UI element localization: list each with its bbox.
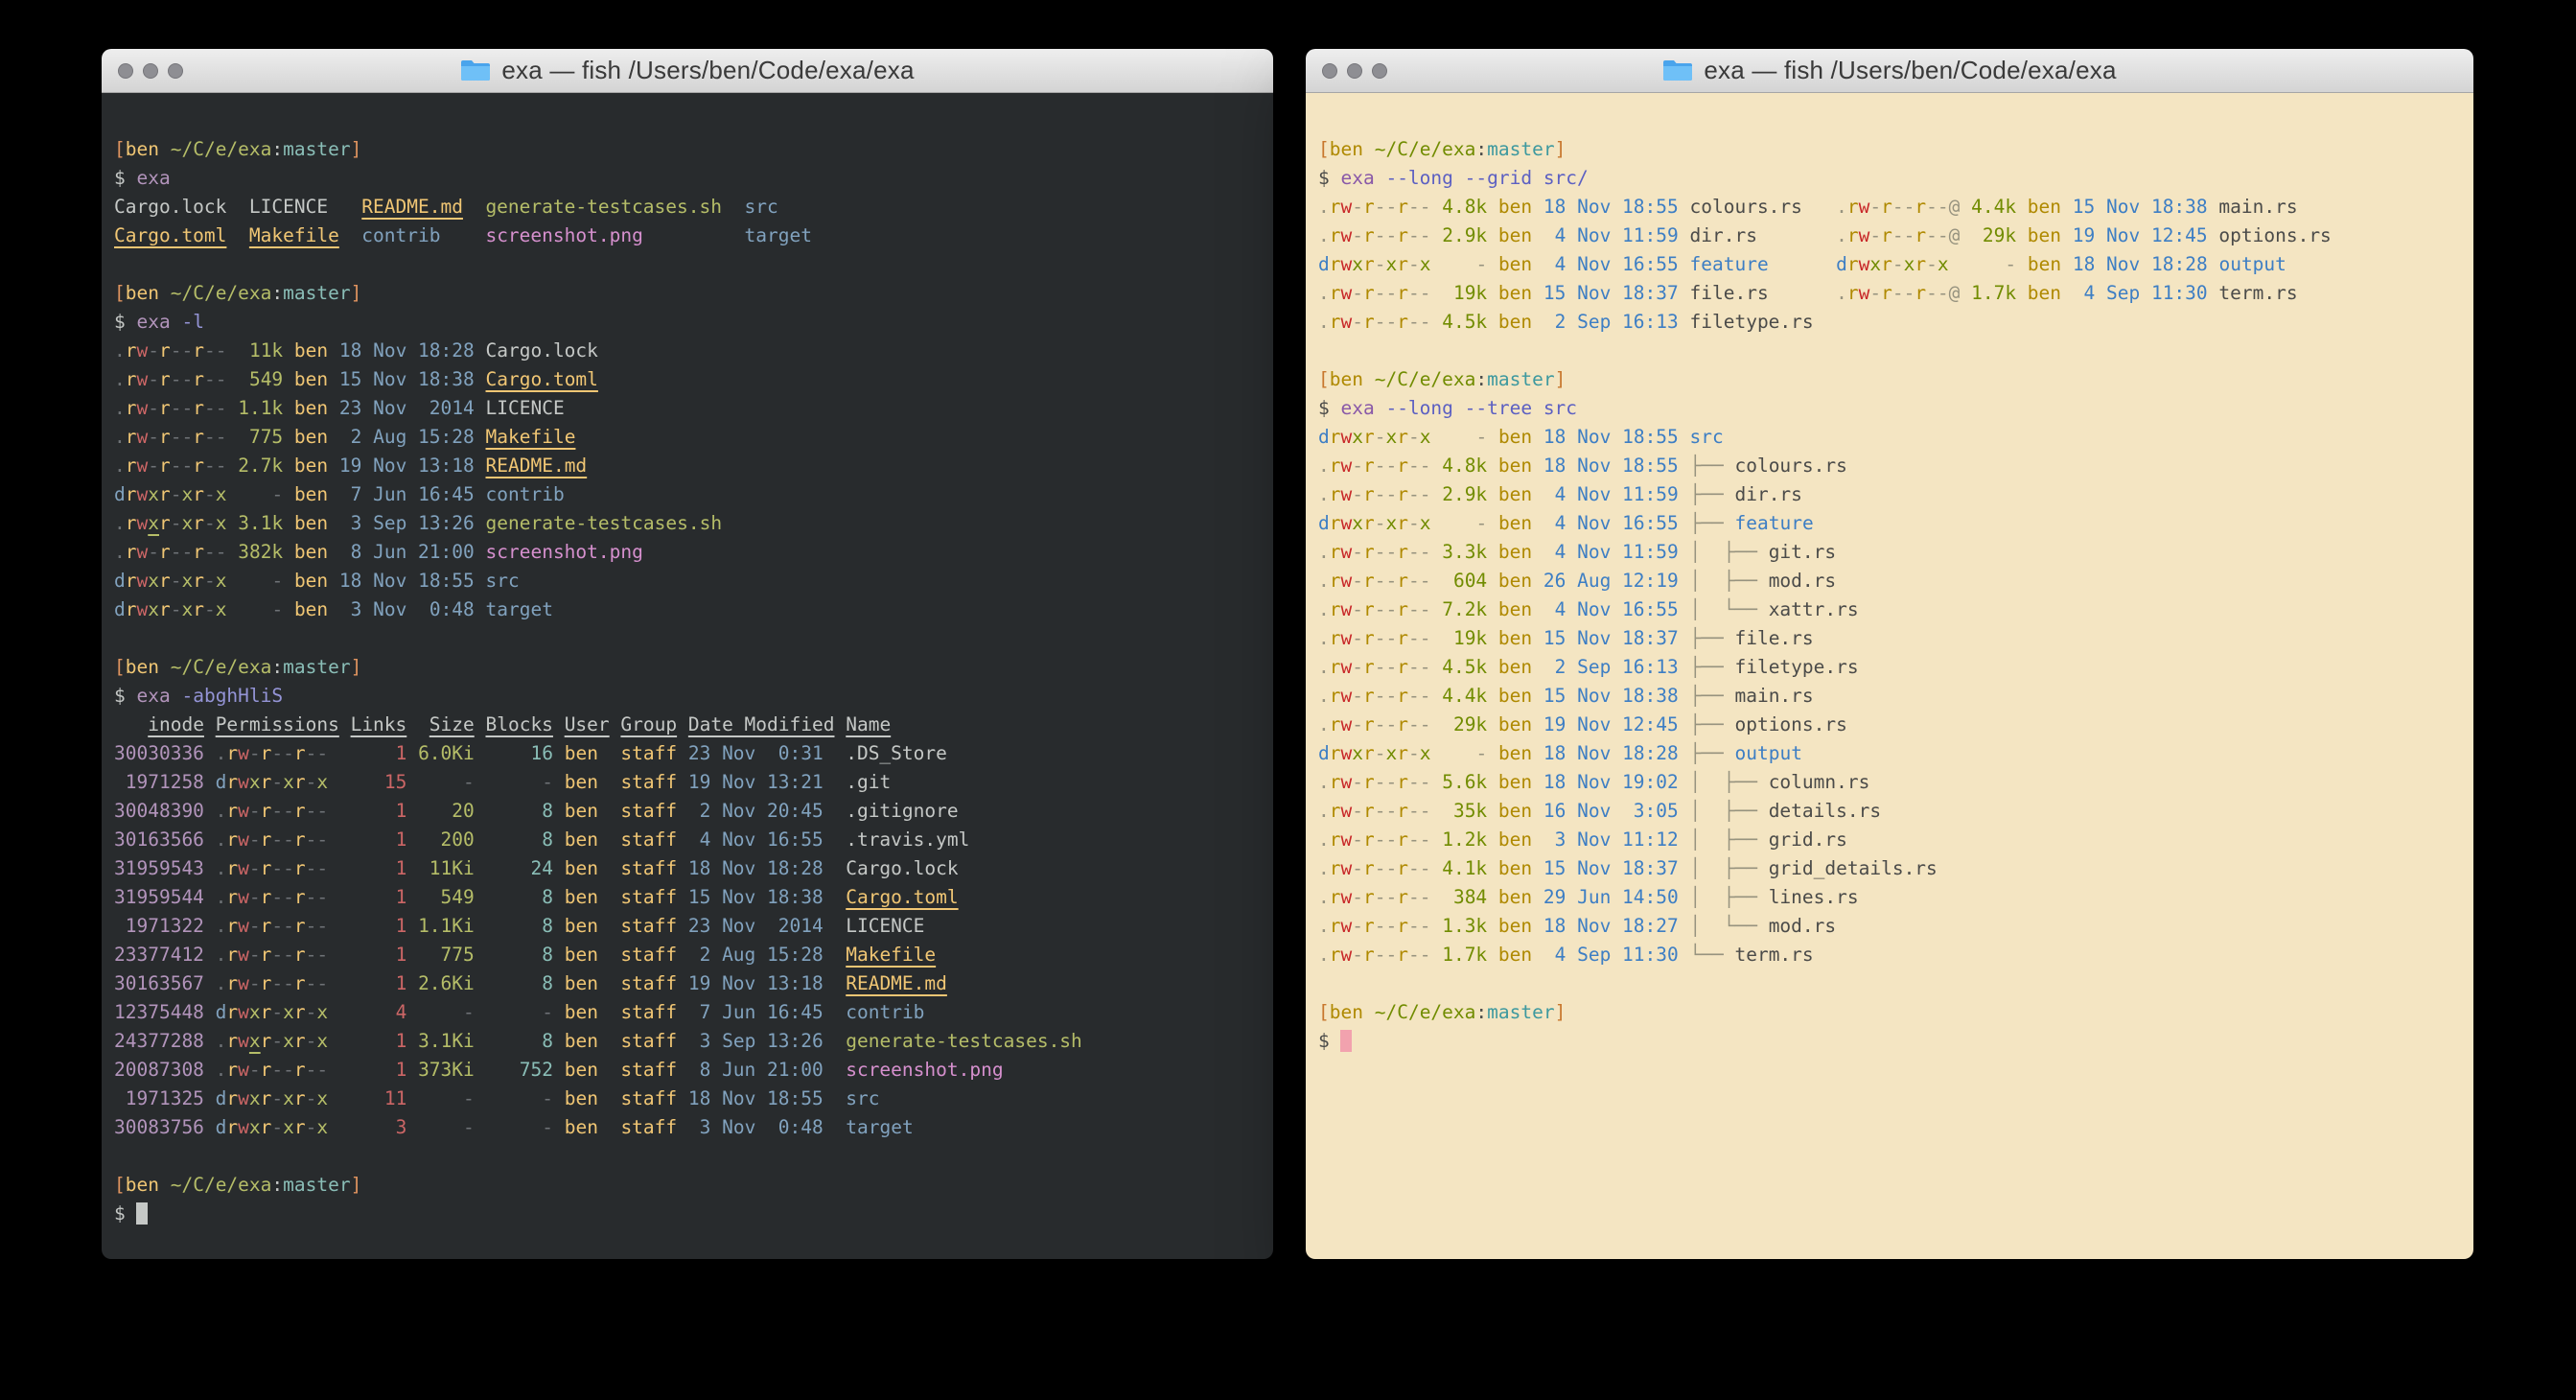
terminal-line: .rw-r--r-- 4.1k ben 15 Nov 18:37 │ ├── g… [1318, 854, 2462, 883]
terminal-line [114, 1142, 1262, 1171]
terminal-line: $ exa -l [114, 308, 1262, 337]
terminal-line: 30163567 .rw-r--r-- 1 2.6Ki 8 ben staff … [114, 969, 1262, 998]
traffic-lights [118, 63, 183, 79]
terminal-line: $ [114, 1200, 1262, 1228]
terminal-line: .rw-r--r-- 604 ben 26 Aug 12:19 │ ├── mo… [1318, 567, 2462, 595]
terminal-line: 20087308 .rw-r--r-- 1 373Ki 752 ben staf… [114, 1056, 1262, 1085]
window-title: exa — fish /Users/ben/Code/exa/exa [1306, 49, 2473, 92]
terminal-line: [ben ~/C/e/exa:master] [114, 653, 1262, 682]
traffic-lights [1322, 63, 1387, 79]
terminal-line [114, 250, 1262, 279]
terminal-line: .rw-r--r-- 2.7k ben 19 Nov 13:18 README.… [114, 452, 1262, 480]
terminal-line [1318, 969, 2462, 998]
terminal-line: .rw-r--r-- 384 ben 29 Jun 14:50 │ ├── li… [1318, 883, 2462, 912]
terminal-window-light: exa — fish /Users/ben/Code/exa/exa [ben … [1306, 49, 2473, 1259]
terminal-line: $ exa --long --tree src [1318, 394, 2462, 423]
close-button[interactable] [118, 63, 133, 79]
terminal-line: 1971322 .rw-r--r-- 1 1.1Ki 8 ben staff 2… [114, 912, 1262, 941]
window-title: exa — fish /Users/ben/Code/exa/exa [102, 49, 1273, 92]
terminal-line: .rw-r--r-- 4.8k ben 18 Nov 18:55 ├── col… [1318, 452, 2462, 480]
terminal-line: .rw-r--r-- 5.6k ben 18 Nov 19:02 │ ├── c… [1318, 768, 2462, 797]
close-button[interactable] [1322, 63, 1337, 79]
terminal-line: .rw-r--r-- 4.8k ben 18 Nov 18:55 colours… [1318, 193, 2462, 222]
terminal-line: 30083756 drwxr-xr-x 3 - - ben staff 3 No… [114, 1113, 1262, 1142]
terminal-line: .rw-r--r-- 4.5k ben 2 Sep 16:13 ├── file… [1318, 653, 2462, 682]
terminal-line: .rw-r--r-- 29k ben 19 Nov 12:45 ├── opti… [1318, 711, 2462, 739]
terminal-line: drwxr-xr-x - ben 18 Nov 18:55 src [1318, 423, 2462, 452]
terminal-line: .rw-r--r-- 549 ben 15 Nov 18:38 Cargo.to… [114, 365, 1262, 394]
terminal-line: .rw-r--r-- 1.3k ben 18 Nov 18:27 │ └── m… [1318, 912, 2462, 941]
terminal-line: inode Permissions Links Size Blocks User… [114, 711, 1262, 739]
terminal-line: 30030336 .rw-r--r-- 1 6.0Ki 16 ben staff… [114, 739, 1262, 768]
terminal-line: .rw-r--r-- 2.9k ben 4 Nov 11:59 dir.rs .… [1318, 222, 2462, 250]
terminal-line: .rw-r--r-- 35k ben 16 Nov 3:05 │ ├── det… [1318, 797, 2462, 826]
terminal-line: .rw-r--r-- 1.1k ben 23 Nov 2014 LICENCE [114, 394, 1262, 423]
terminal-line: 12375448 drwxr-xr-x 4 - - ben staff 7 Ju… [114, 998, 1262, 1027]
terminal-line: 23377412 .rw-r--r-- 1 775 8 ben staff 2 … [114, 941, 1262, 969]
terminal-line: $ exa -abghHliS [114, 682, 1262, 711]
terminal-body[interactable]: [ben ~/C/e/exa:master]$ exaCargo.lock LI… [102, 93, 1273, 1259]
terminal-line: .rw-r--r-- 775 ben 2 Aug 15:28 Makefile [114, 423, 1262, 452]
terminal-line: .rw-r--r-- 4.4k ben 15 Nov 18:38 ├── mai… [1318, 682, 2462, 711]
zoom-button[interactable] [1372, 63, 1387, 79]
terminal-line [114, 624, 1262, 653]
titlebar[interactable]: exa — fish /Users/ben/Code/exa/exa [102, 49, 1273, 93]
terminal-line: Cargo.toml Makefile contrib screenshot.p… [114, 222, 1262, 250]
terminal-line: .rw-r--r-- 2.9k ben 4 Nov 11:59 ├── dir.… [1318, 480, 2462, 509]
cursor [136, 1202, 148, 1225]
terminal-line: 31959543 .rw-r--r-- 1 11Ki 24 ben staff … [114, 854, 1262, 883]
terminal-line: 30163566 .rw-r--r-- 1 200 8 ben staff 4 … [114, 826, 1262, 854]
terminal-line: $ [1318, 1027, 2462, 1056]
terminal-line: .rw-r--r-- 382k ben 8 Jun 21:00 screensh… [114, 538, 1262, 567]
terminal-line: drwxr-xr-x - ben 4 Nov 16:55 feature drw… [1318, 250, 2462, 279]
terminal-line: drwxr-xr-x - ben 18 Nov 18:28 ├── output [1318, 739, 2462, 768]
terminal-line: $ exa --long --grid src/ [1318, 164, 2462, 193]
terminal-line: .rw-r--r-- 19k ben 15 Nov 18:37 file.rs … [1318, 279, 2462, 308]
terminal-window-dark: exa — fish /Users/ben/Code/exa/exa [ben … [102, 49, 1273, 1259]
terminal-line: drwxr-xr-x - ben 3 Nov 0:48 target [114, 595, 1262, 624]
terminal-line: .rw-r--r-- 3.3k ben 4 Nov 11:59 │ ├── gi… [1318, 538, 2462, 567]
minimize-button[interactable] [1347, 63, 1362, 79]
terminal-line: [ben ~/C/e/exa:master] [1318, 365, 2462, 394]
terminal-line: Cargo.lock LICENCE README.md generate-te… [114, 193, 1262, 222]
terminal-line: 1971325 drwxr-xr-x 11 - - ben staff 18 N… [114, 1085, 1262, 1113]
minimize-button[interactable] [143, 63, 158, 79]
terminal-line: 24377288 .rwxr-xr-x 1 3.1Ki 8 ben staff … [114, 1027, 1262, 1056]
terminal-line: .rw-r--r-- 1.2k ben 3 Nov 11:12 │ ├── gr… [1318, 826, 2462, 854]
terminal-line: .rw-r--r-- 11k ben 18 Nov 18:28 Cargo.lo… [114, 337, 1262, 365]
terminal-line: drwxr-xr-x - ben 4 Nov 16:55 ├── feature [1318, 509, 2462, 538]
terminal-line: .rw-r--r-- 7.2k ben 4 Nov 16:55 │ └── xa… [1318, 595, 2462, 624]
folder-icon [1662, 58, 1693, 82]
terminal-line: 1971258 drwxr-xr-x 15 - - ben staff 19 N… [114, 768, 1262, 797]
terminal-line: [ben ~/C/e/exa:master] [1318, 998, 2462, 1027]
terminal-line: [ben ~/C/e/exa:master] [1318, 135, 2462, 164]
window-title-text: exa — fish /Users/ben/Code/exa/exa [1704, 56, 2116, 85]
zoom-button[interactable] [168, 63, 183, 79]
terminal-line: .rwxr-xr-x 3.1k ben 3 Sep 13:26 generate… [114, 509, 1262, 538]
window-title-text: exa — fish /Users/ben/Code/exa/exa [501, 56, 914, 85]
terminal-line: drwxr-xr-x - ben 18 Nov 18:55 src [114, 567, 1262, 595]
terminal-line: $ exa [114, 164, 1262, 193]
terminal-line: [ben ~/C/e/exa:master] [114, 135, 1262, 164]
terminal-line: .rw-r--r-- 19k ben 15 Nov 18:37 ├── file… [1318, 624, 2462, 653]
folder-icon [460, 58, 491, 82]
cursor [1340, 1030, 1352, 1052]
terminal-line: .rw-r--r-- 1.7k ben 4 Sep 11:30 └── term… [1318, 941, 2462, 969]
terminal-line: [ben ~/C/e/exa:master] [114, 279, 1262, 308]
titlebar[interactable]: exa — fish /Users/ben/Code/exa/exa [1306, 49, 2473, 93]
terminal-line: 31959544 .rw-r--r-- 1 549 8 ben staff 15… [114, 883, 1262, 912]
terminal-line: [ben ~/C/e/exa:master] [114, 1171, 1262, 1200]
terminal-body[interactable]: [ben ~/C/e/exa:master]$ exa --long --gri… [1306, 93, 2473, 1259]
terminal-line: .rw-r--r-- 4.5k ben 2 Sep 16:13 filetype… [1318, 308, 2462, 337]
terminal-line: 30048390 .rw-r--r-- 1 20 8 ben staff 2 N… [114, 797, 1262, 826]
terminal-line [1318, 337, 2462, 365]
terminal-line: drwxr-xr-x - ben 7 Jun 16:45 contrib [114, 480, 1262, 509]
